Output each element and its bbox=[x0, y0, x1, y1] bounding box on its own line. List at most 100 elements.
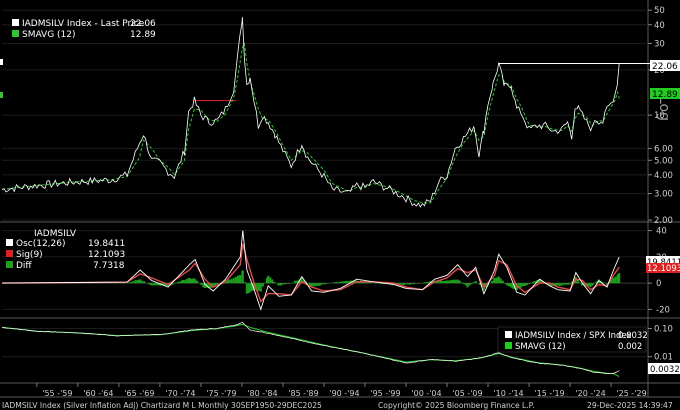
price-legend-swatch-price bbox=[12, 19, 19, 26]
x-tick-label: '55 -'59 bbox=[42, 389, 72, 398]
diff-bar bbox=[177, 281, 180, 284]
diff-bar bbox=[175, 282, 178, 284]
diff-bar bbox=[245, 283, 248, 294]
diff-bar bbox=[454, 279, 457, 284]
diff-bar bbox=[139, 279, 142, 284]
sma-price-tag-text: 12.89 bbox=[652, 90, 678, 100]
diff-bar bbox=[443, 280, 446, 284]
diff-bar bbox=[456, 279, 459, 284]
diff-bar bbox=[322, 283, 325, 285]
diff-bar bbox=[462, 283, 465, 285]
osc-legend-swatch-sig bbox=[6, 250, 13, 257]
footer-copyright: Copyright© 2025 Bloomberg Finance L.P. bbox=[378, 401, 535, 410]
diff-bar bbox=[493, 277, 496, 284]
diff-bar bbox=[404, 283, 408, 284]
diff-bar bbox=[132, 281, 135, 284]
last-price-tag-text: 22.06 bbox=[652, 62, 678, 72]
diff-bar bbox=[591, 283, 594, 286]
diff-bar bbox=[281, 283, 284, 285]
diff-bar bbox=[194, 279, 197, 284]
x-tick-label: '80 -'84 bbox=[247, 389, 277, 398]
last-price-tag: 22.06 bbox=[650, 60, 680, 72]
diff-bar bbox=[495, 277, 498, 284]
price-ytick-label: 50 bbox=[654, 6, 665, 16]
diff-bar bbox=[402, 283, 405, 285]
diff-bar bbox=[468, 283, 471, 286]
diff-bar bbox=[509, 283, 513, 288]
price-ytick-label: 2.00 bbox=[654, 216, 673, 226]
diff-bar bbox=[505, 283, 508, 286]
chart-root: 2.003.004.005.006.001020304050 Log IADMS… bbox=[0, 0, 680, 410]
diff-bar bbox=[343, 281, 346, 284]
price-legend-label-sma: SMAVG (12) bbox=[22, 30, 76, 40]
ratio-ytick-label: 0.10 bbox=[654, 324, 673, 334]
x-tick-label: '25 -'29 bbox=[616, 389, 646, 398]
ratio-legend-swatch-ratio bbox=[505, 331, 512, 338]
diff-bar bbox=[228, 279, 231, 284]
diff-bar bbox=[523, 283, 526, 287]
diff-bar bbox=[569, 283, 572, 285]
sig-value-tag: 12.1093 bbox=[646, 263, 680, 274]
diff-bar bbox=[413, 283, 416, 285]
ratio-legend: IADMSILV Index / SPX Index 0.0032 SMAVG … bbox=[497, 326, 648, 353]
x-tick-label: '90 -'94 bbox=[329, 389, 359, 398]
sig-value-tag-text: 12.1093 bbox=[647, 264, 680, 274]
diff-bar bbox=[460, 282, 463, 284]
x-tick-label: '05 -'09 bbox=[452, 389, 482, 398]
price-ytick-label: 30 bbox=[654, 40, 665, 50]
diff-bar bbox=[499, 278, 502, 284]
diff-bar bbox=[259, 283, 262, 292]
diff-bar bbox=[134, 280, 137, 284]
diff-bar bbox=[589, 283, 592, 288]
diff-bar bbox=[271, 279, 274, 284]
ratio-ytick-label: 0.01 bbox=[654, 353, 673, 363]
diff-bar bbox=[261, 283, 264, 287]
diff-bar bbox=[269, 277, 272, 284]
diff-bar bbox=[341, 281, 344, 284]
diff-bar bbox=[306, 283, 310, 284]
diff-bar bbox=[318, 283, 321, 286]
diff-bar bbox=[470, 283, 473, 285]
diff-bar bbox=[288, 283, 291, 284]
diff-bar bbox=[452, 279, 455, 284]
diff-bar bbox=[450, 280, 453, 284]
diff-bar bbox=[247, 283, 250, 294]
x-tick-label: '85 -'89 bbox=[288, 389, 318, 398]
diff-bar bbox=[335, 282, 338, 284]
price-ytick-label: 6.00 bbox=[654, 144, 673, 154]
diff-bar bbox=[474, 281, 477, 284]
diff-bar bbox=[556, 283, 559, 286]
price-legend-label-price: IADMSILV Index - Last Price bbox=[22, 19, 145, 29]
diff-bar bbox=[181, 279, 184, 284]
ratio-value-tag-text: 0.0032 bbox=[650, 365, 680, 375]
diff-bar bbox=[411, 283, 414, 285]
x-tick-label: '65 -'69 bbox=[124, 389, 154, 398]
diff-bar bbox=[347, 281, 350, 284]
diff-bar bbox=[566, 283, 570, 285]
diff-bar bbox=[472, 282, 475, 284]
x-tick-label: '75 -'79 bbox=[206, 389, 236, 398]
diff-bar bbox=[152, 283, 155, 286]
diff-bar bbox=[257, 283, 260, 291]
diff-bar bbox=[141, 280, 144, 284]
diff-bar bbox=[150, 283, 153, 286]
diff-bar bbox=[612, 277, 615, 284]
diff-bar bbox=[188, 277, 191, 284]
x-tick-label: '60 -'64 bbox=[83, 389, 113, 398]
osc-legend-value-sig: 12.1093 bbox=[88, 250, 125, 260]
diff-bar bbox=[458, 280, 461, 284]
diff-bar bbox=[427, 281, 430, 284]
diff-bar bbox=[147, 283, 150, 285]
osc-ytick-label: -20 bbox=[656, 305, 670, 315]
ratio-value-tag: 0.0032 bbox=[648, 363, 680, 375]
diff-bar bbox=[441, 280, 444, 284]
x-tick-label: '10 -'14 bbox=[493, 389, 523, 398]
left-marker-green bbox=[0, 92, 3, 98]
diff-bar bbox=[154, 283, 157, 286]
diff-bar bbox=[283, 283, 287, 285]
diff-bar bbox=[448, 280, 451, 284]
price-legend-swatch-sma bbox=[12, 30, 19, 37]
diff-bar bbox=[241, 270, 244, 284]
ratio-legend-label-ratio: IADMSILV Index / SPX Index bbox=[515, 331, 632, 341]
ratio-legend-value-ratio: 0.0032 bbox=[618, 331, 648, 341]
